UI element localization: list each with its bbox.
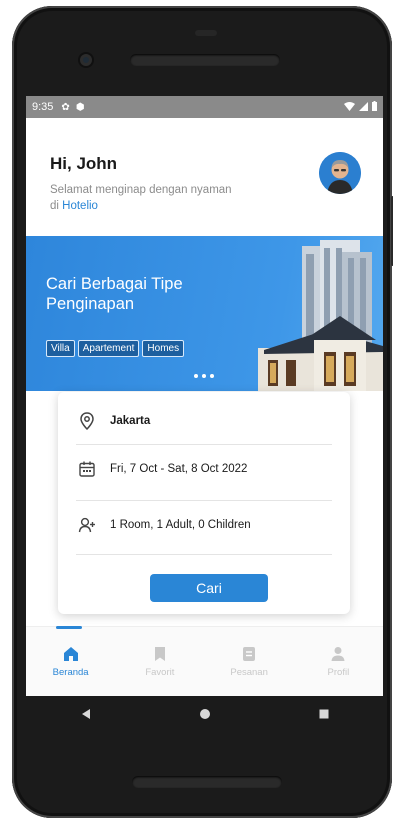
brand-name: Hotelio bbox=[62, 200, 98, 212]
greeting-subtitle: Selamat menginap dengan nyaman di Hoteli… bbox=[50, 182, 240, 214]
carousel-dot[interactable] bbox=[202, 374, 206, 378]
location-field[interactable]: Jakarta bbox=[76, 406, 332, 436]
user-avatar-icon bbox=[319, 152, 361, 194]
tag-homes[interactable]: Homes bbox=[142, 340, 185, 357]
date-range-value: Fri, 7 Oct - Sat, 8 Oct 2022 bbox=[110, 463, 248, 475]
profile-icon bbox=[331, 647, 345, 661]
bookmark-icon bbox=[154, 647, 165, 661]
back-triangle-icon bbox=[81, 709, 90, 719]
nav-label: Favorit bbox=[145, 667, 175, 678]
signal-icon bbox=[359, 101, 369, 111]
app-screen: 9:35 ✿ ⬢ Hi, John Selamat menginap denga… bbox=[26, 96, 383, 696]
nav-label: Profil bbox=[327, 667, 350, 678]
banner-title: Cari Berbagai Tipe Penginapan bbox=[46, 275, 183, 313]
divider bbox=[76, 554, 332, 555]
home-icon bbox=[63, 647, 78, 661]
nav-label: Beranda bbox=[52, 667, 89, 678]
sensor bbox=[195, 30, 217, 36]
divider bbox=[76, 500, 332, 501]
home-circle-icon bbox=[199, 709, 210, 719]
greeting-title: Hi, John bbox=[50, 154, 118, 173]
nav-item-profil[interactable]: Profil bbox=[294, 627, 383, 696]
active-tab-indicator bbox=[56, 626, 82, 629]
carousel-dot[interactable] bbox=[210, 374, 214, 378]
status-bar: 9:35 ✿ ⬢ bbox=[26, 96, 383, 118]
avatar[interactable] bbox=[319, 152, 361, 194]
bottom-speaker bbox=[132, 776, 282, 788]
add-guest-icon bbox=[76, 514, 98, 536]
promo-banner[interactable]: Cari Berbagai Tipe Penginapan Villa Apar… bbox=[26, 236, 383, 391]
guest-value: 1 Room, 1 Adult, 0 Children bbox=[110, 519, 251, 531]
bottom-navigation: Beranda Favorit Pesanan Profil bbox=[26, 626, 383, 696]
settings-icon: ✿ bbox=[61, 101, 70, 113]
nav-item-pesanan[interactable]: Pesanan bbox=[205, 627, 294, 696]
nav-item-beranda[interactable]: Beranda bbox=[26, 626, 115, 696]
nav-label: Pesanan bbox=[230, 667, 268, 678]
shield-icon: ⬢ bbox=[75, 101, 85, 113]
search-card: Jakarta Fri, 7 Oct - Sat, 8 Oct 2022 1 R… bbox=[58, 392, 350, 614]
calendar-icon bbox=[76, 458, 98, 480]
divider bbox=[76, 444, 332, 445]
earpiece-speaker bbox=[130, 54, 280, 66]
status-indicators bbox=[344, 100, 377, 114]
wifi-icon bbox=[344, 101, 356, 111]
tag-villa[interactable]: Villa bbox=[46, 340, 75, 357]
home-button[interactable] bbox=[195, 704, 215, 724]
location-pin-icon bbox=[76, 410, 98, 432]
orders-icon bbox=[243, 647, 256, 661]
front-camera bbox=[80, 54, 92, 66]
battery-icon bbox=[372, 100, 377, 111]
recents-square-icon bbox=[319, 709, 328, 719]
status-time: 9:35 bbox=[32, 101, 54, 113]
nav-item-favorit[interactable]: Favorit bbox=[115, 627, 204, 696]
guest-field[interactable]: 1 Room, 1 Adult, 0 Children bbox=[76, 510, 332, 540]
location-value: Jakarta bbox=[110, 415, 151, 427]
system-navigation-bar bbox=[26, 696, 383, 732]
back-button[interactable] bbox=[76, 704, 96, 724]
date-field[interactable]: Fri, 7 Oct - Sat, 8 Oct 2022 bbox=[76, 454, 332, 484]
carousel-dot[interactable] bbox=[194, 374, 198, 378]
recents-button[interactable] bbox=[314, 704, 334, 724]
property-type-tags: Villa Apartement Homes bbox=[46, 340, 185, 357]
tag-apartement[interactable]: Apartement bbox=[77, 340, 140, 357]
carousel-dots[interactable] bbox=[194, 374, 214, 378]
buildings-illustration bbox=[258, 240, 383, 391]
search-button[interactable]: Cari bbox=[150, 574, 268, 602]
